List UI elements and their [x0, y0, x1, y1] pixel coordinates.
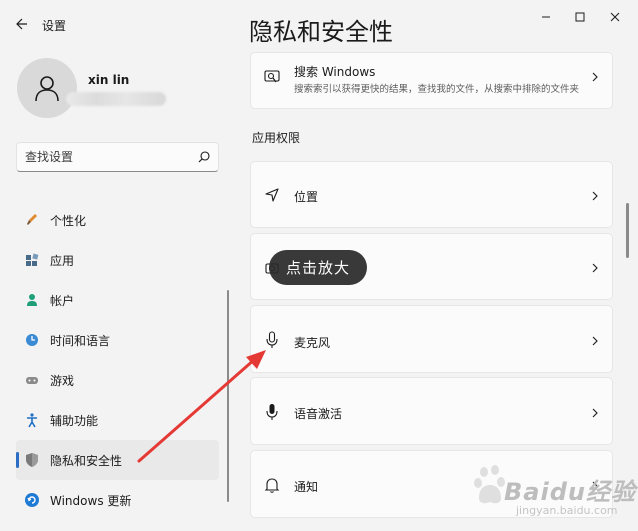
watermark-brand: Baidu经验	[504, 478, 636, 506]
settings-window: 设置 xin lin 个性化	[0, 0, 638, 531]
watermark-url: jingyan.baidu.com	[516, 504, 618, 517]
zoom-tooltip[interactable]: 点击放大	[269, 250, 367, 285]
